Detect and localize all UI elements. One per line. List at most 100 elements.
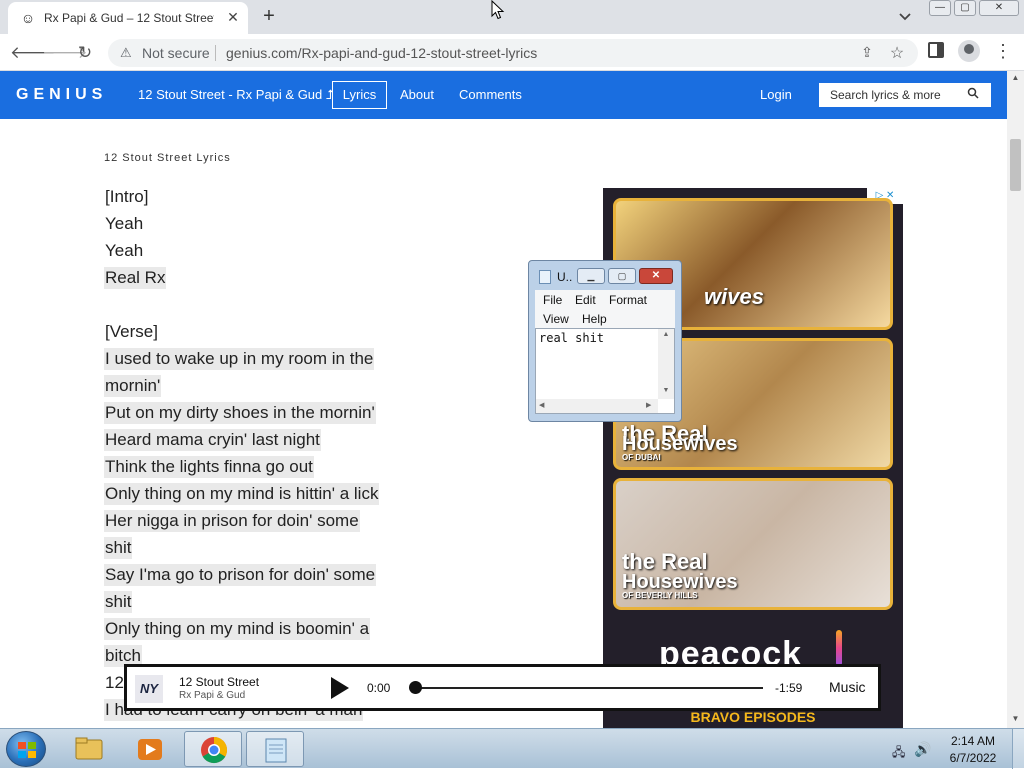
taskbar-chrome-button[interactable] — [184, 731, 242, 767]
ad-panel-beverly-hills[interactable]: the Real Housewives OF BEVERLY HILLS — [613, 478, 893, 610]
network-icon[interactable]: 🖧 — [892, 743, 906, 759]
notepad-minimize-button[interactable]: ▁ — [577, 268, 605, 284]
lyric-line[interactable]: Only thing on my mind is hittin' a lick — [104, 483, 380, 505]
lyric-line[interactable]: Think the lights finna go out — [104, 456, 314, 478]
clock-time[interactable]: 2:14 AM — [944, 734, 1002, 748]
clock-date[interactable]: 6/7/2022 — [944, 751, 1002, 765]
share-icon[interactable]: ⇪ — [858, 44, 876, 62]
volume-icon[interactable]: 🔊 — [914, 741, 931, 757]
warning-triangle-icon[interactable]: ⚠ — [120, 45, 136, 61]
reload-icon[interactable]: ↻ — [74, 42, 96, 64]
forward-arrow-icon[interactable]: 🡒 — [42, 42, 88, 64]
windows-logo-icon — [18, 742, 36, 758]
genius-favicon-icon: ☺ — [20, 10, 36, 26]
lyric-line[interactable]: shit — [104, 537, 133, 559]
lyric-line[interactable]: mornin' — [104, 375, 162, 397]
browser-toolbar: 🡐 🡒 ↻ ⚠ Not secure genius.com/Rx-papi-an… — [0, 34, 1024, 71]
taskbar-media-player-button[interactable] — [122, 731, 180, 767]
notepad-content[interactable]: real shit — [539, 330, 604, 346]
notepad-horizontal-scrollbar[interactable]: ◀ ▶ — [536, 399, 658, 413]
taskbar-notepad-button[interactable] — [246, 731, 304, 767]
new-tab-button[interactable]: + — [258, 6, 280, 28]
notepad-vertical-scrollbar[interactable]: ▲ ▼ — [658, 329, 674, 399]
search-placeholder: Search lyrics & more — [830, 88, 941, 102]
window-restore-button[interactable]: ▢ — [954, 0, 976, 16]
lyric-line[interactable]: I used to wake up in my room in the — [104, 348, 375, 370]
ad-panel-title: the Real — [622, 549, 708, 574]
chrome-icon — [201, 736, 228, 764]
play-icon[interactable] — [331, 677, 349, 699]
scroll-down-arrow-icon[interactable]: ▼ — [1007, 712, 1024, 726]
show-desktop-button[interactable] — [1012, 729, 1024, 769]
song-link[interactable]: 12 Stout Street - Rx Papi & Gud ⮥ — [138, 87, 334, 103]
lyric-line[interactable]: 12 — [104, 672, 125, 694]
lyric-line[interactable]: Say I'ma go to prison for doin' some — [104, 564, 377, 586]
security-label[interactable]: Not secure — [142, 45, 210, 61]
notepad-title: U.. — [557, 270, 573, 284]
lyric-line[interactable]: shit — [104, 591, 133, 613]
kebab-menu-icon[interactable]: ⋮ — [994, 40, 1012, 62]
tab-comments[interactable]: Comments — [459, 87, 522, 103]
lyric-line[interactable]: Yeah — [104, 240, 144, 262]
tab-close-icon[interactable]: ✕ — [224, 8, 242, 26]
tab-strip: ☺ Rx Papi & Gud – 12 Stout Street Lyrics… — [0, 0, 1024, 34]
scroll-left-arrow-icon[interactable]: ◀ — [539, 401, 544, 409]
notepad-close-button[interactable]: ✕ — [639, 268, 673, 284]
lyric-line[interactable]: Yeah — [104, 213, 144, 235]
window-minimize-button[interactable]: — — [929, 0, 951, 16]
notepad-icon — [265, 738, 287, 763]
notepad-window[interactable]: U.. ▁ ▢ ✕ File Edit Format View Help rea… — [528, 260, 682, 422]
lyrics-heading: 12 Stout Street Lyrics — [104, 152, 231, 164]
notepad-maximize-button[interactable]: ▢ — [608, 268, 636, 284]
notepad-app-icon — [539, 270, 551, 284]
start-button[interactable] — [6, 731, 46, 767]
search-input[interactable]: Search lyrics & more — [819, 83, 991, 107]
notepad-text-area[interactable]: real shit ▲ ▼ ◀ ▶ — [535, 328, 675, 414]
page-scrollbar[interactable]: ▲ ▼ — [1007, 71, 1024, 728]
menu-format[interactable]: Format — [609, 293, 647, 307]
login-link[interactable]: Login — [760, 87, 792, 103]
ad-panel-title: Housewives — [622, 571, 738, 593]
player-song-title: 12 Stout Street — [179, 675, 260, 689]
browser-tab[interactable]: ☺ Rx Papi & Gud – 12 Stout Street Lyrics… — [8, 2, 248, 34]
window-close-button[interactable]: ✕ — [979, 0, 1019, 16]
progress-track[interactable] — [415, 687, 763, 689]
url-text[interactable]: genius.com/Rx-papi-and-gud-12-stout-stre… — [226, 45, 537, 61]
remaining-time: -1:59 — [775, 681, 803, 695]
notepad-menubar: File Edit Format View Help — [535, 290, 675, 328]
side-panel-icon[interactable] — [928, 42, 944, 58]
lyric-line[interactable]: Only thing on my mind is boomin' a — [104, 618, 371, 640]
scroll-up-arrow-icon[interactable]: ▲ — [1007, 71, 1024, 85]
lyric-line[interactable]: [Verse] — [104, 321, 159, 343]
genius-header: GENIUS 12 Stout Street - Rx Papi & Gud ⮥… — [0, 71, 1007, 119]
genius-logo[interactable]: GENIUS — [16, 86, 107, 104]
scroll-up-arrow-icon[interactable]: ▲ — [658, 331, 674, 338]
tab-lyrics[interactable]: Lyrics — [332, 81, 387, 109]
lyric-line[interactable]: [Intro] — [104, 186, 149, 208]
menu-view[interactable]: View — [543, 312, 569, 326]
lyric-line[interactable]: Real Rx — [104, 267, 167, 289]
lyric-line[interactable]: Put on my dirty shoes in the mornin' — [104, 402, 376, 424]
search-icon[interactable] — [965, 87, 981, 103]
address-bar[interactable]: ⚠ Not secure genius.com/Rx-papi-and-gud-… — [108, 39, 918, 67]
bookmark-star-icon[interactable]: ☆ — [888, 43, 906, 62]
back-arrow-icon[interactable]: 🡐 — [10, 42, 56, 64]
tab-search-chevron-icon[interactable] — [896, 9, 914, 25]
ad-panel-title: Housewives — [622, 433, 738, 455]
lyric-line[interactable]: Heard mama cryin' last night — [104, 429, 321, 451]
scroll-right-arrow-icon[interactable]: ▶ — [646, 401, 651, 409]
peacock-feather-icon — [836, 630, 842, 666]
player-artist: Rx Papi & Gud — [179, 690, 246, 701]
menu-edit[interactable]: Edit — [575, 293, 596, 307]
scrollbar-thumb[interactable] — [1010, 139, 1021, 191]
scroll-down-arrow-icon[interactable]: ▼ — [658, 387, 674, 394]
tab-title: Rx Papi & Gud – 12 Stout Street Lyrics — [44, 11, 214, 25]
tab-about[interactable]: About — [400, 87, 434, 103]
profile-avatar-icon[interactable] — [958, 40, 980, 62]
apple-music-label[interactable]: Music — [829, 679, 866, 695]
menu-file[interactable]: File — [543, 293, 562, 307]
taskbar-explorer-button[interactable] — [60, 731, 118, 767]
lyric-line[interactable]: Her nigga in prison for doin' some — [104, 510, 360, 532]
progress-knob[interactable] — [409, 681, 422, 694]
menu-help[interactable]: Help — [582, 312, 607, 326]
